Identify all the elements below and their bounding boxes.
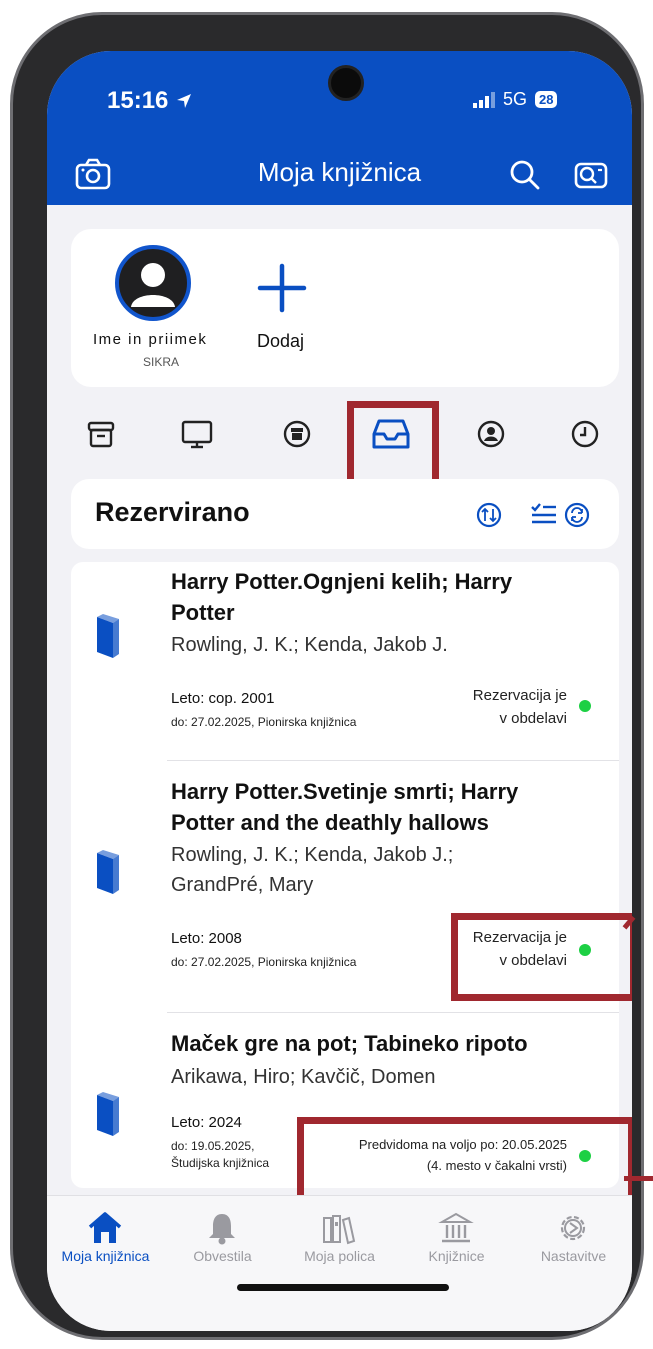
item-due: do: 27.02.2025, Pionirska knjižnica	[171, 955, 357, 969]
list-item[interactable]: Harry Potter.Ognjeni kelih; Harry Potter…	[71, 562, 619, 758]
nav-label: Knjižnice	[428, 1248, 485, 1264]
item-status: Rezervacija je v obdelavi	[473, 684, 567, 730]
status-line-1: Rezervacija je	[472, 687, 567, 704]
highlight-box-tab	[347, 401, 439, 489]
status-line-2: v obdelavi	[499, 710, 567, 727]
nav-notifications[interactable]: Obvestila	[164, 1196, 281, 1276]
nav-label: Moja knjižnica	[61, 1248, 150, 1264]
book-icon	[97, 614, 119, 658]
signal-icon	[473, 91, 495, 108]
reservations-list: Harry Potter.Ognjeni kelih; Harry Potter…	[71, 562, 619, 1188]
item-due: do: 27.02.2025, Pionirska knjižnica	[171, 715, 357, 729]
nav-libraries[interactable]: Knjižnice	[398, 1196, 515, 1276]
bell-icon	[209, 1214, 235, 1245]
profile-card: Ime in priimek SIKRA Dodaj	[71, 229, 619, 387]
refresh-button[interactable]	[563, 501, 591, 529]
highlight-box-status	[451, 913, 632, 1001]
tab-box[interactable]	[277, 414, 317, 454]
home-icon	[88, 1212, 122, 1243]
status-and-app-bar: 15:16 5G 28 Moja knjižnica	[47, 51, 632, 205]
nav-my-shelf[interactable]: Moja polica	[281, 1196, 398, 1276]
bottom-navigation: Moja knjižnica Obvestila Moja polica Knj…	[47, 1195, 632, 1331]
clock-icon	[571, 420, 599, 448]
home-indicator	[237, 1284, 449, 1291]
add-profile-label: Dodaj	[257, 331, 305, 351]
scan-card-icon	[574, 162, 608, 189]
section-header: Rezervirano	[71, 479, 619, 549]
bookshelf-icon	[323, 1215, 356, 1245]
scan-card-button[interactable]	[571, 155, 611, 195]
app-screen: 15:16 5G 28 Moja knjižnica Ime in priime…	[47, 51, 632, 1331]
front-camera	[328, 65, 364, 101]
due-line-1: do: 19.05.2025,	[171, 1139, 255, 1153]
item-year: Leto: 2008	[171, 930, 242, 947]
status-time: 15:16	[107, 87, 193, 115]
status-dot	[579, 700, 591, 712]
nav-settings[interactable]: Nastavitve	[515, 1196, 632, 1276]
box-icon	[283, 420, 311, 448]
section-title: Rezervirano	[95, 497, 250, 527]
tab-archive[interactable]	[81, 414, 121, 454]
battery-icon: 28	[535, 91, 558, 108]
monitor-icon	[181, 420, 213, 449]
app-bar: Moja knjižnica	[47, 145, 632, 205]
tab-history[interactable]	[565, 414, 605, 454]
location-arrow-icon	[177, 94, 192, 108]
nav-label: Obvestila	[193, 1248, 252, 1264]
refresh-icon	[564, 502, 590, 528]
status-indicators: 5G 28	[473, 89, 558, 110]
search-icon	[510, 160, 540, 190]
checklist-icon	[531, 503, 556, 524]
avatar[interactable]	[115, 245, 191, 321]
tab-online[interactable]	[177, 414, 217, 454]
tab-account[interactable]	[471, 414, 511, 454]
network-type: 5G	[503, 89, 528, 109]
book-icon	[97, 1092, 119, 1136]
annotation-line	[624, 1176, 653, 1181]
select-button[interactable]	[529, 499, 559, 529]
nav-label: Nastavitve	[540, 1248, 607, 1264]
library-code: SIKRA	[143, 355, 180, 369]
plus-icon	[257, 263, 307, 313]
due-line-2: Študijska knjižnica	[171, 1156, 270, 1170]
item-year: Leto: 2024	[171, 1114, 242, 1131]
book-icon	[97, 850, 119, 894]
sort-button[interactable]	[475, 501, 503, 529]
user-avatar-icon	[131, 263, 175, 307]
nav-label: Moja polica	[304, 1248, 375, 1264]
profile-name: Ime in priimek	[83, 323, 218, 356]
item-title: Harry Potter.Ognjeni kelih; Harry Potter	[171, 569, 513, 625]
nav-my-library[interactable]: Moja knjižnica	[47, 1196, 164, 1276]
gear-icon	[560, 1215, 586, 1241]
add-profile-button[interactable]	[257, 263, 307, 313]
item-authors: Rowling, J. K.; Kenda, Jakob J.	[171, 634, 448, 656]
category-tabs	[47, 406, 632, 466]
phone-frame: 15:16 5G 28 Moja knjižnica Ime in priime…	[10, 12, 644, 1340]
divider	[167, 1012, 619, 1013]
item-authors: Arikawa, Hiro; Kavčič, Domen	[171, 1066, 436, 1088]
item-title: Harry Potter.Svetinje smrti; Harry Potte…	[171, 779, 519, 835]
item-title: Maček gre na pot; Tabineko ripoto	[171, 1031, 528, 1056]
item-due: do: 19.05.2025, Študijska knjižnica	[171, 1138, 269, 1172]
user-circle-icon	[477, 420, 505, 448]
divider	[167, 760, 619, 761]
archive-icon	[87, 421, 115, 448]
library-building-icon	[438, 1212, 474, 1243]
item-authors: Rowling, J. K.; Kenda, Jakob J.; GrandPr…	[171, 844, 454, 896]
sort-icon	[476, 502, 502, 528]
item-year: Leto: cop. 2001	[171, 690, 275, 707]
search-button[interactable]	[505, 155, 545, 195]
